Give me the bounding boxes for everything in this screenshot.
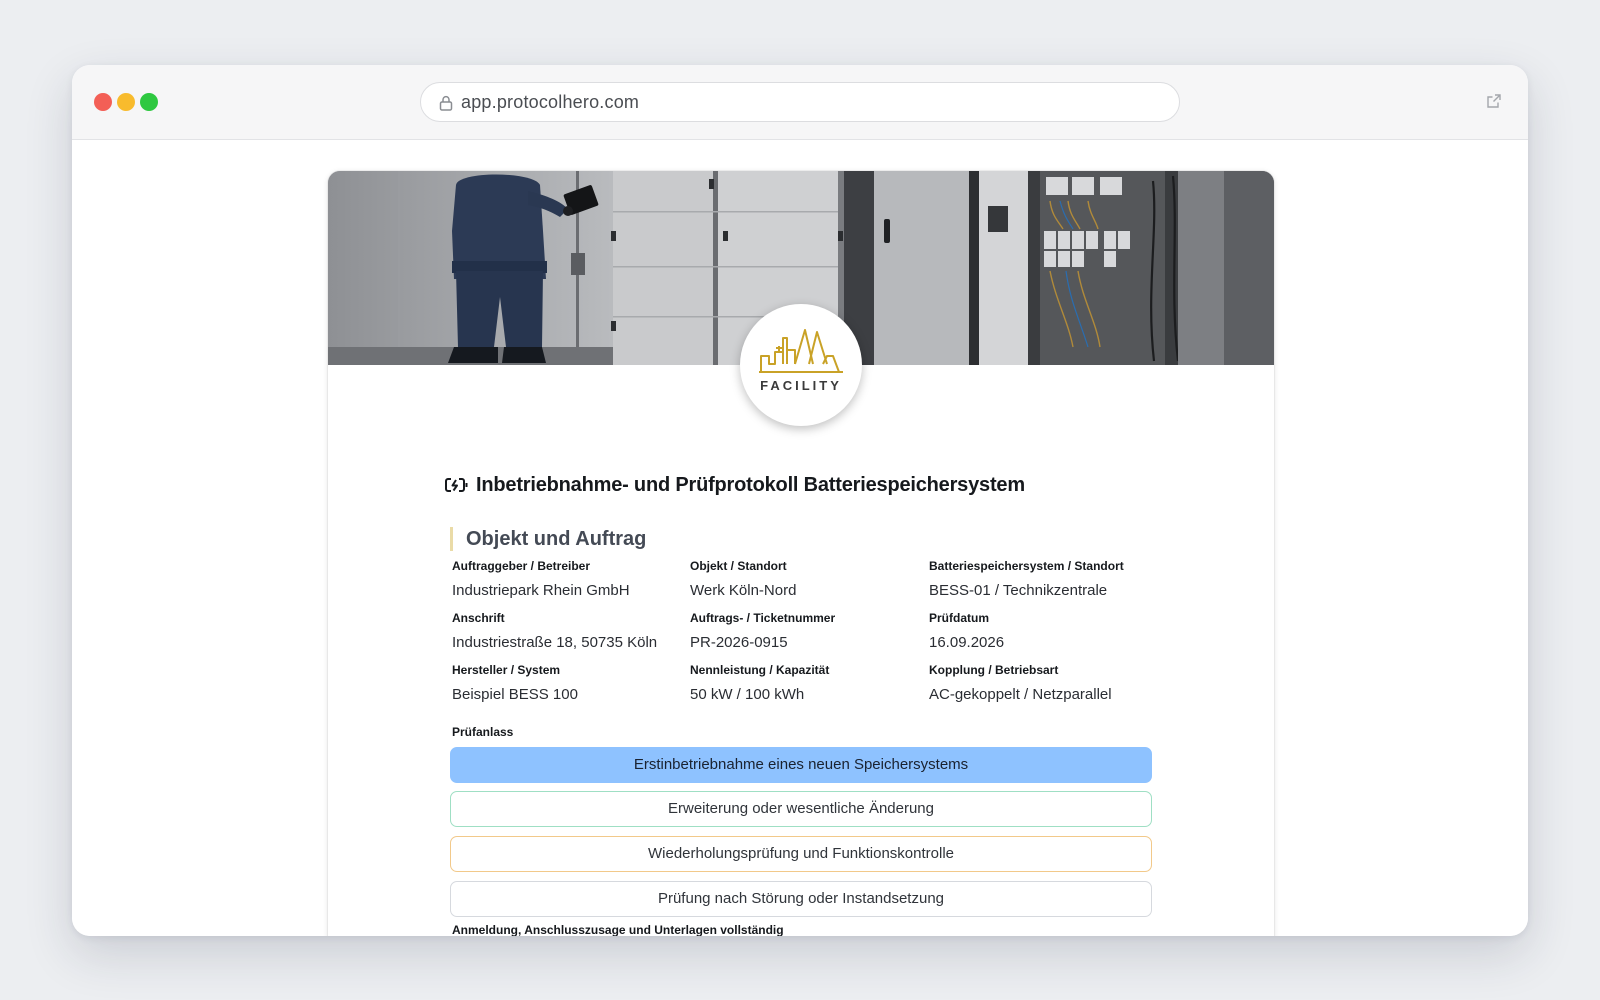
field-label: Objekt / Standort <box>690 559 787 573</box>
field-label: Nennleistung / Kapazität <box>690 663 830 677</box>
url-text: app.protocolhero.com <box>461 92 640 112</box>
field-value[interactable]: PR-2026-0915 <box>690 634 920 651</box>
field-batteriespeichersystem[interactable]: Batteriespeichersystem / Standort BESS-0… <box>929 559 1189 599</box>
field-hersteller[interactable]: Hersteller / System Beispiel BESS 100 <box>452 663 682 703</box>
field-kopplung[interactable]: Kopplung / Betriebsart AC-gekoppelt / Ne… <box>929 663 1189 703</box>
field-objekt-standort[interactable]: Objekt / Standort Werk Köln-Nord <box>690 559 920 599</box>
field-label: Hersteller / System <box>452 663 561 677</box>
pruefanlass-option-stoerung[interactable]: Prüfung nach Störung oder Instandsetzung <box>450 881 1152 917</box>
external-link-icon[interactable] <box>1486 93 1502 109</box>
browser-toolbar: app.protocolhero.com <box>72 65 1528 140</box>
lock-icon <box>439 95 453 111</box>
pruefanlass-option-wiederholungspruefung[interactable]: Wiederholungsprüfung und Funktionskontro… <box>450 836 1152 872</box>
document-title: Inbetriebnahme- und Prüfprotokoll Batter… <box>476 473 1025 496</box>
field-label: Auftraggeber / Betreiber <box>452 559 591 573</box>
protocol-card: FACILITY Inbetriebnahme- und Prüfprotoko… <box>328 171 1274 936</box>
field-value[interactable]: Industriepark Rhein GmbH <box>452 582 682 599</box>
field-label: Auftrags- / Ticketnummer <box>690 611 836 625</box>
document-title-row: Inbetriebnahme- und Prüfprotokoll Batter… <box>444 473 1025 497</box>
close-window-button[interactable] <box>94 93 112 111</box>
field-anschrift[interactable]: Anschrift Industriestraße 18, 50735 Köln <box>452 611 682 651</box>
field-auftraggeber[interactable]: Auftraggeber / Betreiber Industriepark R… <box>452 559 682 599</box>
field-label: Batteriespeichersystem / Standort <box>929 559 1124 573</box>
stage: app.protocolhero.com FACILITY Inbetriebn… <box>0 0 1600 1000</box>
page-viewport: FACILITY Inbetriebnahme- und Prüfprotoko… <box>72 140 1528 936</box>
logo-wordmark: FACILITY <box>760 378 842 393</box>
field-value[interactable]: 16.09.2026 <box>929 634 1159 651</box>
field-value[interactable]: AC-gekoppelt / Netzparallel <box>929 686 1189 703</box>
minimize-window-button[interactable] <box>117 93 135 111</box>
next-question-label: Anmeldung, Anschlusszusage und Unterlage… <box>452 923 784 936</box>
pruefanlass-option-erweiterung[interactable]: Erweiterung oder wesentliche Änderung <box>450 791 1152 827</box>
maximize-window-button[interactable] <box>140 93 158 111</box>
pruefanlass-label: Prüfanlass <box>452 725 514 739</box>
field-label: Prüfdatum <box>929 611 989 625</box>
field-value[interactable]: 50 kW / 100 kWh <box>690 686 920 703</box>
field-value[interactable]: Industriestraße 18, 50735 Köln <box>452 634 682 651</box>
field-ticketnummer[interactable]: Auftrags- / Ticketnummer PR-2026-0915 <box>690 611 920 651</box>
skyline-logo-icon <box>759 329 843 373</box>
facility-logo: FACILITY <box>740 304 862 426</box>
battery-charging-icon <box>445 478 468 492</box>
field-pruefdatum[interactable]: Prüfdatum 16.09.2026 <box>929 611 1159 651</box>
browser-window: app.protocolhero.com FACILITY Inbetriebn… <box>72 65 1528 936</box>
field-nennleistung[interactable]: Nennleistung / Kapazität 50 kW / 100 kWh <box>690 663 920 703</box>
pruefanlass-option-erstinbetriebnahme[interactable]: Erstinbetriebnahme eines neuen Speichers… <box>450 747 1152 783</box>
address-bar[interactable]: app.protocolhero.com <box>420 82 1180 122</box>
field-label: Anschrift <box>452 611 505 625</box>
field-value[interactable]: BESS-01 / Technikzentrale <box>929 582 1189 599</box>
field-label: Kopplung / Betriebsart <box>929 663 1059 677</box>
field-value[interactable]: Werk Köln-Nord <box>690 582 920 599</box>
field-value[interactable]: Beispiel BESS 100 <box>452 686 682 703</box>
section-title: Objekt und Auftrag <box>450 527 646 551</box>
